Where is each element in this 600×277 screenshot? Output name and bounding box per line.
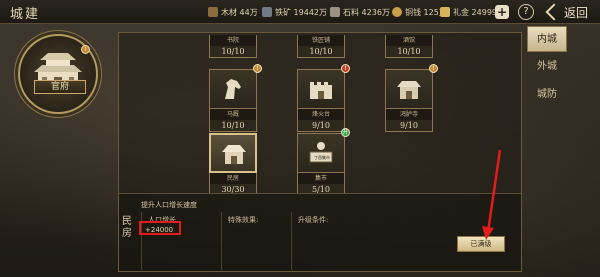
building-residence[interactable]: 民房 30/30 — [209, 133, 257, 193]
building-embassy[interactable]: ! 鸿胪寺 9/10 — [385, 64, 438, 132]
building-level: 10/10 — [209, 46, 257, 58]
resource-label: 铜钱 — [405, 7, 421, 17]
tab-outer-city[interactable]: 外城 — [527, 54, 567, 80]
building-name: 集市 — [297, 173, 345, 184]
market-plaque-text: 丁酉集市 — [314, 155, 330, 160]
tab-inner-city[interactable]: 内城 — [527, 26, 567, 52]
resource-coin[interactable]: 铜钱 125万 — [392, 4, 447, 20]
resource-gift[interactable]: 礼金 24999 — [440, 4, 497, 20]
building-stable[interactable]: ! 马厩 10/10 — [209, 64, 262, 132]
building-tavern[interactable]: 酒馆 10/10 — [385, 35, 433, 58]
resource-wood[interactable]: 木材 44万 — [208, 4, 258, 20]
building-level: 5/10 — [297, 184, 345, 193]
building-level: 30/30 — [209, 184, 257, 193]
building-name: 马厩 — [209, 109, 257, 120]
upgrade-badge: 升 — [341, 128, 350, 137]
building-name: 民房 — [209, 173, 257, 184]
gift-money-icon — [440, 7, 450, 17]
alert-badge: ! — [253, 64, 262, 73]
iron-ore-icon — [262, 7, 272, 17]
add-currency-button[interactable]: + — [495, 5, 509, 19]
alert-badge: ! — [429, 64, 438, 73]
building-level: 10/10 — [209, 120, 257, 132]
building-beacon-tower[interactable]: ! 烽火台 9/10 — [297, 64, 350, 132]
resource-label: 铁矿 — [275, 7, 291, 17]
tab-city-defense[interactable]: 城防 — [527, 82, 567, 108]
wood-icon — [208, 7, 218, 17]
top-bar: 城建 木材 44万 铁矿 19442万 石料 4236万 铜钱 125万 礼金 … — [0, 0, 600, 24]
help-button[interactable]: ? — [518, 4, 534, 20]
building-academy[interactable]: 书院 10/10 — [209, 35, 257, 58]
emblem-alert-badge: ! — [81, 45, 90, 54]
detail-building-name: 民房 — [122, 216, 132, 239]
market-plaque-icon — [309, 142, 333, 163]
resource-stone[interactable]: 石料 4236万 — [330, 4, 390, 20]
building-market[interactable]: 丁酉集市 升 集市 5/10 — [297, 128, 350, 193]
back-label: 返回 — [564, 5, 589, 20]
building-name: 书院 — [209, 35, 257, 46]
detail-col-special: 特殊效果: — [221, 212, 291, 270]
detail-col-conditions: 升级条件: — [291, 212, 411, 270]
building-level: 10/10 — [385, 46, 433, 58]
alert-badge: ! — [341, 64, 350, 73]
col-label: 升级条件: — [298, 216, 329, 224]
page-title: 城建 — [10, 7, 41, 22]
horse-icon — [225, 79, 241, 99]
building-level: 9/10 — [297, 120, 345, 132]
coin-icon — [392, 7, 402, 17]
back-button[interactable]: 返回 — [545, 3, 589, 21]
resource-iron[interactable]: 铁矿 19442万 — [262, 4, 327, 20]
stone-icon — [330, 7, 340, 17]
col-label: 特殊效果: — [228, 216, 259, 224]
pavilion-icon — [397, 81, 421, 99]
building-level: 10/10 — [297, 46, 345, 58]
building-level: 9/10 — [385, 120, 433, 132]
max-level-button[interactable]: 已满级 — [457, 236, 505, 252]
resource-value: 44万 — [239, 7, 258, 17]
building-blacksmith[interactable]: 铁匠铺 10/10 — [297, 35, 345, 58]
house-icon — [222, 145, 246, 164]
growth-value: +24000 — [139, 221, 181, 235]
building-name: 鸿胪寺 — [385, 109, 433, 120]
resource-label: 木材 — [221, 7, 237, 17]
building-name: 酒馆 — [385, 35, 433, 46]
emblem-name: 官府 — [34, 80, 86, 94]
building-grid: 书院 10/10 铁匠铺 10/10 酒馆 10/10 ! 马厩 10/10 !… — [119, 33, 521, 193]
building-panel: 书院 10/10 铁匠铺 10/10 酒馆 10/10 ! 马厩 10/10 !… — [118, 32, 522, 272]
tower-wall-icon — [310, 82, 332, 99]
resource-value: 4236万 — [361, 7, 390, 17]
resource-label: 礼金 — [453, 7, 469, 17]
resource-value: 24999 — [471, 7, 497, 17]
resource-value: 19442万 — [293, 7, 327, 17]
building-name: 烽火台 — [297, 109, 345, 120]
city-tabs: 内城 外城 城防 — [524, 24, 568, 277]
building-name: 铁匠铺 — [297, 35, 345, 46]
resource-label: 石料 — [343, 7, 359, 17]
back-arrow-icon — [545, 3, 563, 21]
detail-hint: 提升人口增长速度 — [141, 201, 197, 209]
